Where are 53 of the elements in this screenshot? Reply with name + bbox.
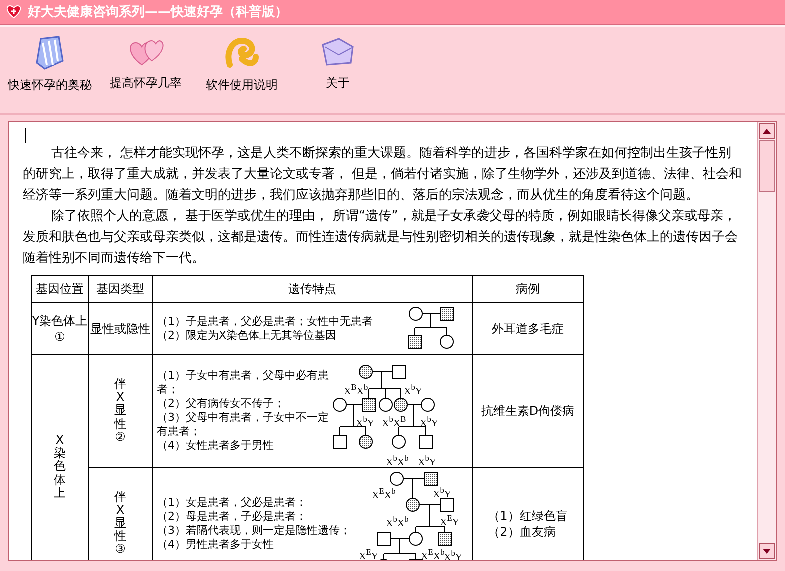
genotype-label: X$^{E}$Y — [359, 548, 379, 560]
article-paragraph: 除了依照个人的意愿， 基于医学或优生的理由， 所谓“遗传”，就是子女承袭父母的特质，例如眼睛长得像父亲或母亲，发质和肤色也与父亲或母亲类似，这都是遗传。而性连遗传病就是与性别密切相关的遗传现象，就是性染色体上的遗传因子会随着性别不同而遗传给下一代。 — [23, 208, 739, 268]
toolbar-button[interactable]: 快速怀孕的奥秘 — [4, 35, 96, 94]
disease-example: 抗维生素D佝偻病 — [481, 403, 575, 419]
trait-item: （3）若隔代表现，则一定是隐性遗传； — [157, 524, 352, 538]
toolbar-button[interactable]: 软件使用说明 — [196, 35, 288, 94]
genotype-label: X$^{b}$Y — [404, 383, 423, 398]
genotype-label: X$^{b}$X$^{b}$ — [386, 515, 409, 530]
shell-icon — [33, 35, 67, 71]
column-header: 病例 — [472, 276, 584, 302]
disease-example: 外耳道多毛症 — [492, 320, 564, 336]
column-header: 基因位置 — [32, 276, 88, 302]
trait-item: （2）限定为X染色体上无其等位基因 — [157, 328, 338, 342]
toolbar-button[interactable]: 关于 — [292, 35, 384, 92]
scroll-up-button[interactable] — [759, 123, 775, 139]
genotype-label: X$^{b}$Y — [444, 549, 463, 560]
genotype-label: X$^{b}$Y — [420, 415, 439, 430]
toolbar-button[interactable]: 提高怀孕几率 — [100, 35, 192, 92]
scroll-down-button[interactable] — [759, 543, 775, 559]
gene-type: 显性或隐性 — [90, 320, 150, 336]
column-header: 遗传特点 — [152, 276, 472, 302]
trait-item: （3）父母中有患者，子女中不一定有患者； — [157, 411, 330, 439]
trait-item: （1）子是患者，父必是患者；女性中无患者 — [157, 314, 374, 328]
genotype-label: X$^{b}$X$^{B}$ — [382, 415, 406, 430]
disease-example: （1）红绿色盲 — [488, 508, 568, 524]
pedigree-drawing — [408, 307, 454, 349]
genotype-label: X$^{b}$Y — [356, 415, 375, 430]
article-paragraph: 古往今来， 怎样才能实现怀孕，这是人类不断探索的重大课题。随着科学的进步，各国科学家在如何控制出生孩子性别的研究上，取得了重大成就，并发表了大量论文或专著， 但是，倘若付诸实施，除了生物学外，还涉及到道德、法律、社会和经济等一系列重大问题。随着文明的进步，我们应该抛弃那些旧的、落后的宗法观念，而从优生的角度看待这个问题。 — [23, 145, 743, 205]
column-header: 基因类型 — [88, 276, 152, 302]
genotype-label: X$^{B}$X$^{b}$ — [344, 383, 368, 398]
genotype-label: X$^{b}$X$^{b}$ — [386, 454, 409, 468]
down-arrow-icon — [763, 548, 771, 554]
window-title: 好大夫健康咨询系列——快速好孕（科普版） — [28, 4, 288, 21]
trait-item: （4）男性患者多于女性 — [157, 538, 275, 552]
gene-location: X染色体上 — [54, 434, 66, 500]
gene-location: Y染色体上① — [32, 312, 88, 344]
scroll-thumb[interactable] — [759, 140, 775, 192]
genotype-label: X$^{E}$Y — [440, 514, 460, 528]
genotype-label: X$^{E}$X$^{b}$ — [372, 487, 396, 502]
heart-cross-icon — [6, 5, 22, 19]
swirl-icon — [224, 35, 260, 71]
up-arrow-icon — [763, 128, 771, 134]
gene-type: 伴X显性③ — [114, 490, 126, 556]
genotype-label: X$^{b}$Y — [433, 486, 452, 500]
disease-example: （2）血友病 — [488, 524, 557, 540]
gene-type: 伴X显性② — [114, 378, 126, 444]
genotype-label: X$^{b}$Y — [418, 454, 437, 468]
trait-item: （4）女性患者多于男性 — [157, 439, 275, 453]
trait-item: （2）父有病传女不传子； — [157, 397, 286, 411]
trait-item: （2）母是患者，子必是患者： — [157, 510, 308, 524]
text-cursor — [25, 128, 26, 143]
trait-item: （1）女是患者，父必是患者： — [157, 496, 308, 510]
trait-item: （1）子女中有患者，父母中必有患者； — [157, 369, 330, 397]
